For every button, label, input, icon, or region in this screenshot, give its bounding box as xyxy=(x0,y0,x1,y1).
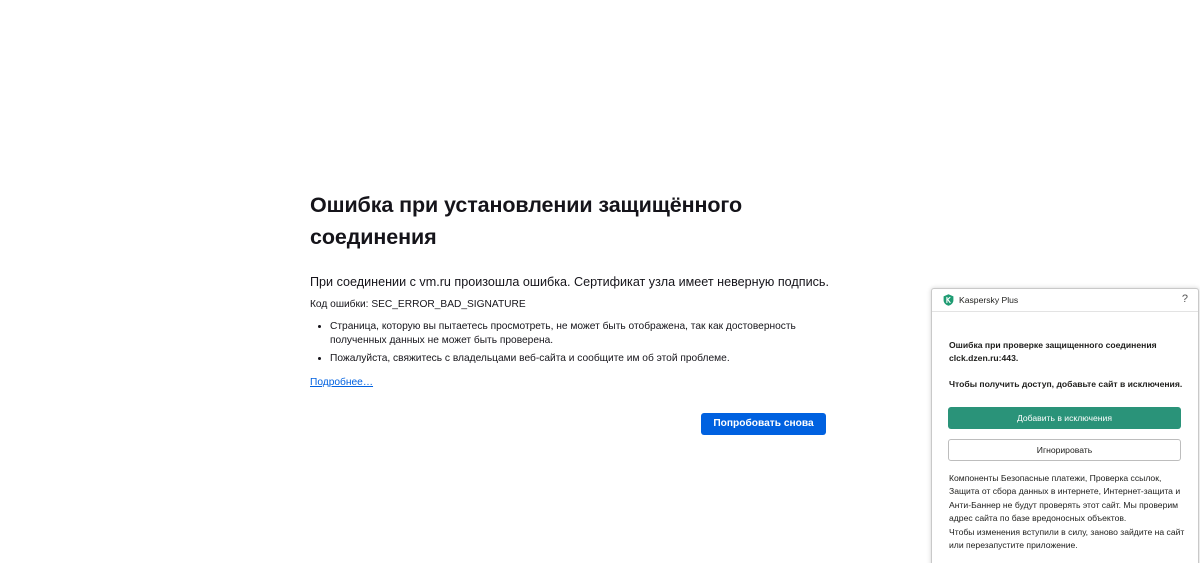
browser-viewport: Ошибка при установлении защищённого соед… xyxy=(0,0,1200,563)
learn-more-link[interactable]: Подробнее… xyxy=(310,376,373,390)
add-exception-button[interactable]: Добавить в исключения xyxy=(948,407,1181,429)
error-details-list: Страница, которую вы пытаетесь просмотре… xyxy=(310,320,830,371)
question-mark-icon[interactable]: ? xyxy=(1182,293,1188,305)
kaspersky-app-name: Kaspersky Plus xyxy=(959,295,1019,305)
kaspersky-notes: Компоненты Безопасные платежи, Проверка … xyxy=(949,472,1185,552)
kaspersky-note-restart: Чтобы изменения вступили в силу, заново … xyxy=(949,526,1185,551)
kaspersky-popup: Kaspersky Plus ? Ошибка при проверке защ… xyxy=(931,288,1199,563)
kaspersky-popup-header: Kaspersky Plus ? xyxy=(932,289,1198,312)
kaspersky-instruction: Чтобы получить доступ, добавьте сайт в и… xyxy=(949,379,1183,389)
error-code: Код ошибки: SEC_ERROR_BAD_SIGNATURE xyxy=(310,299,526,310)
kaspersky-heading: Ошибка при проверке защищенного соединен… xyxy=(949,340,1157,363)
kaspersky-note-components: Компоненты Безопасные платежи, Проверка … xyxy=(949,473,1181,524)
try-again-button[interactable]: Попробовать снова xyxy=(701,413,826,435)
error-page: Ошибка при установлении защищённого соед… xyxy=(310,189,829,435)
page-title: Ошибка при установлении защищённого соед… xyxy=(310,193,743,249)
kaspersky-shield-icon xyxy=(943,294,954,306)
kaspersky-message: Ошибка при проверке защищенного соединен… xyxy=(949,339,1184,391)
list-item: Пожалуйста, свяжитесь с владельцами веб-… xyxy=(330,352,830,366)
ignore-button[interactable]: Игнорировать xyxy=(948,439,1181,461)
error-summary: При соединении с vm.ru произошла ошибка.… xyxy=(310,275,829,289)
list-item: Страница, которую вы пытаетесь просмотре… xyxy=(330,320,830,347)
